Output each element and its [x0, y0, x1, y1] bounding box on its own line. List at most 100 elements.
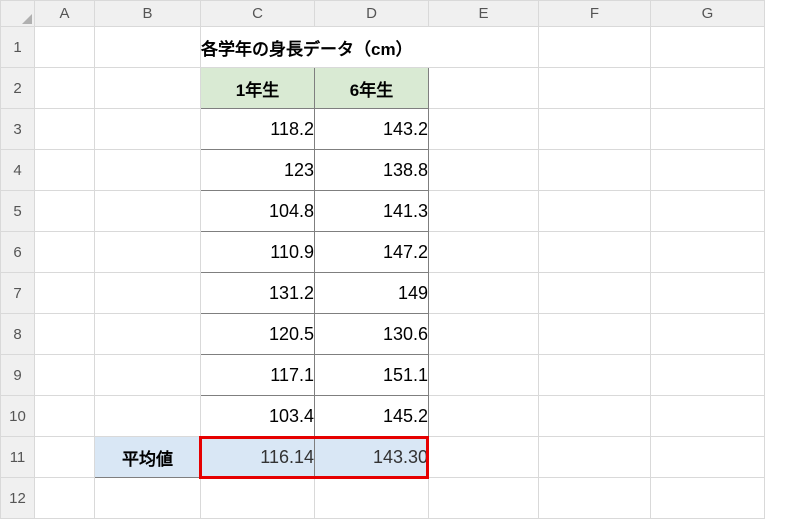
cell[interactable] — [95, 150, 201, 191]
row-header-5[interactable]: 5 — [1, 191, 35, 232]
data-cell[interactable]: 149 — [315, 273, 429, 314]
cell[interactable] — [651, 355, 765, 396]
row-header-1[interactable]: 1 — [1, 27, 35, 68]
cell[interactable] — [651, 68, 765, 109]
cell[interactable] — [35, 396, 95, 437]
row-header-8[interactable]: 8 — [1, 314, 35, 355]
cell[interactable] — [429, 150, 539, 191]
cell[interactable] — [35, 314, 95, 355]
select-all-corner[interactable] — [1, 1, 35, 27]
col-header-D[interactable]: D — [315, 1, 429, 27]
data-cell[interactable]: 123 — [201, 150, 315, 191]
cell[interactable] — [429, 478, 539, 519]
cell[interactable] — [201, 478, 315, 519]
row-header-4[interactable]: 4 — [1, 150, 35, 191]
cell[interactable] — [651, 27, 765, 68]
cell[interactable] — [35, 27, 95, 68]
data-cell[interactable]: 104.8 — [201, 191, 315, 232]
cell[interactable] — [35, 232, 95, 273]
cell[interactable] — [539, 191, 651, 232]
data-cell[interactable]: 138.8 — [315, 150, 429, 191]
cell[interactable] — [539, 478, 651, 519]
cell[interactable] — [95, 355, 201, 396]
cell[interactable] — [651, 150, 765, 191]
cell[interactable] — [429, 273, 539, 314]
cell[interactable] — [35, 191, 95, 232]
header-grade1[interactable]: 1年生 — [201, 68, 315, 109]
row-header-12[interactable]: 12 — [1, 478, 35, 519]
row-header-10[interactable]: 10 — [1, 396, 35, 437]
avg-label[interactable]: 平均値 — [95, 437, 201, 478]
col-header-A[interactable]: A — [35, 1, 95, 27]
cell[interactable] — [95, 478, 201, 519]
cell[interactable] — [429, 437, 539, 478]
cell[interactable] — [539, 27, 651, 68]
cell[interactable] — [35, 478, 95, 519]
cell[interactable] — [95, 191, 201, 232]
table-title[interactable]: 各学年の身長データ（cm） — [201, 27, 539, 68]
avg-grade1[interactable]: 116.14 — [201, 437, 315, 478]
cell[interactable] — [35, 150, 95, 191]
data-cell[interactable]: 110.9 — [201, 232, 315, 273]
cell[interactable] — [539, 150, 651, 191]
header-grade6[interactable]: 6年生 — [315, 68, 429, 109]
cell[interactable] — [35, 109, 95, 150]
col-header-E[interactable]: E — [429, 1, 539, 27]
cell[interactable] — [539, 232, 651, 273]
cell[interactable] — [651, 191, 765, 232]
cell[interactable] — [429, 396, 539, 437]
data-cell[interactable]: 151.1 — [315, 355, 429, 396]
col-header-C[interactable]: C — [201, 1, 315, 27]
cell[interactable] — [95, 68, 201, 109]
cell[interactable] — [315, 478, 429, 519]
cell[interactable] — [35, 68, 95, 109]
cell[interactable] — [651, 314, 765, 355]
cell[interactable] — [539, 355, 651, 396]
row-header-2[interactable]: 2 — [1, 68, 35, 109]
cell[interactable] — [651, 109, 765, 150]
cell[interactable] — [95, 396, 201, 437]
data-cell[interactable]: 130.6 — [315, 314, 429, 355]
data-cell[interactable]: 131.2 — [201, 273, 315, 314]
cell[interactable] — [539, 437, 651, 478]
cell[interactable] — [429, 355, 539, 396]
cell[interactable] — [429, 109, 539, 150]
cell[interactable] — [651, 273, 765, 314]
data-cell[interactable]: 147.2 — [315, 232, 429, 273]
cell[interactable] — [539, 273, 651, 314]
col-header-F[interactable]: F — [539, 1, 651, 27]
data-cell[interactable]: 117.1 — [201, 355, 315, 396]
cell[interactable] — [35, 437, 95, 478]
cell[interactable] — [651, 396, 765, 437]
col-header-G[interactable]: G — [651, 1, 765, 27]
cell[interactable] — [95, 232, 201, 273]
cell[interactable] — [539, 314, 651, 355]
cell[interactable] — [35, 355, 95, 396]
cell[interactable] — [429, 68, 539, 109]
col-header-B[interactable]: B — [95, 1, 201, 27]
avg-grade6[interactable]: 143.30 — [315, 437, 429, 478]
data-cell[interactable]: 118.2 — [201, 109, 315, 150]
cell[interactable] — [429, 314, 539, 355]
data-cell[interactable]: 120.5 — [201, 314, 315, 355]
data-cell[interactable]: 145.2 — [315, 396, 429, 437]
cell[interactable] — [95, 273, 201, 314]
cell[interactable] — [539, 68, 651, 109]
cell[interactable] — [429, 191, 539, 232]
row-header-3[interactable]: 3 — [1, 109, 35, 150]
cell[interactable] — [539, 396, 651, 437]
cell[interactable] — [95, 109, 201, 150]
cell[interactable] — [651, 437, 765, 478]
row-header-6[interactable]: 6 — [1, 232, 35, 273]
data-cell[interactable]: 141.3 — [315, 191, 429, 232]
cell[interactable] — [651, 232, 765, 273]
data-cell[interactable]: 103.4 — [201, 396, 315, 437]
cell[interactable] — [651, 478, 765, 519]
cell[interactable] — [95, 27, 201, 68]
cell[interactable] — [95, 314, 201, 355]
data-cell[interactable]: 143.2 — [315, 109, 429, 150]
row-header-9[interactable]: 9 — [1, 355, 35, 396]
row-header-7[interactable]: 7 — [1, 273, 35, 314]
spreadsheet-grid[interactable]: A B C D E F G 1 各学年の身長データ（cm） 2 1年生 6年生 — [0, 0, 765, 519]
cell[interactable] — [429, 232, 539, 273]
